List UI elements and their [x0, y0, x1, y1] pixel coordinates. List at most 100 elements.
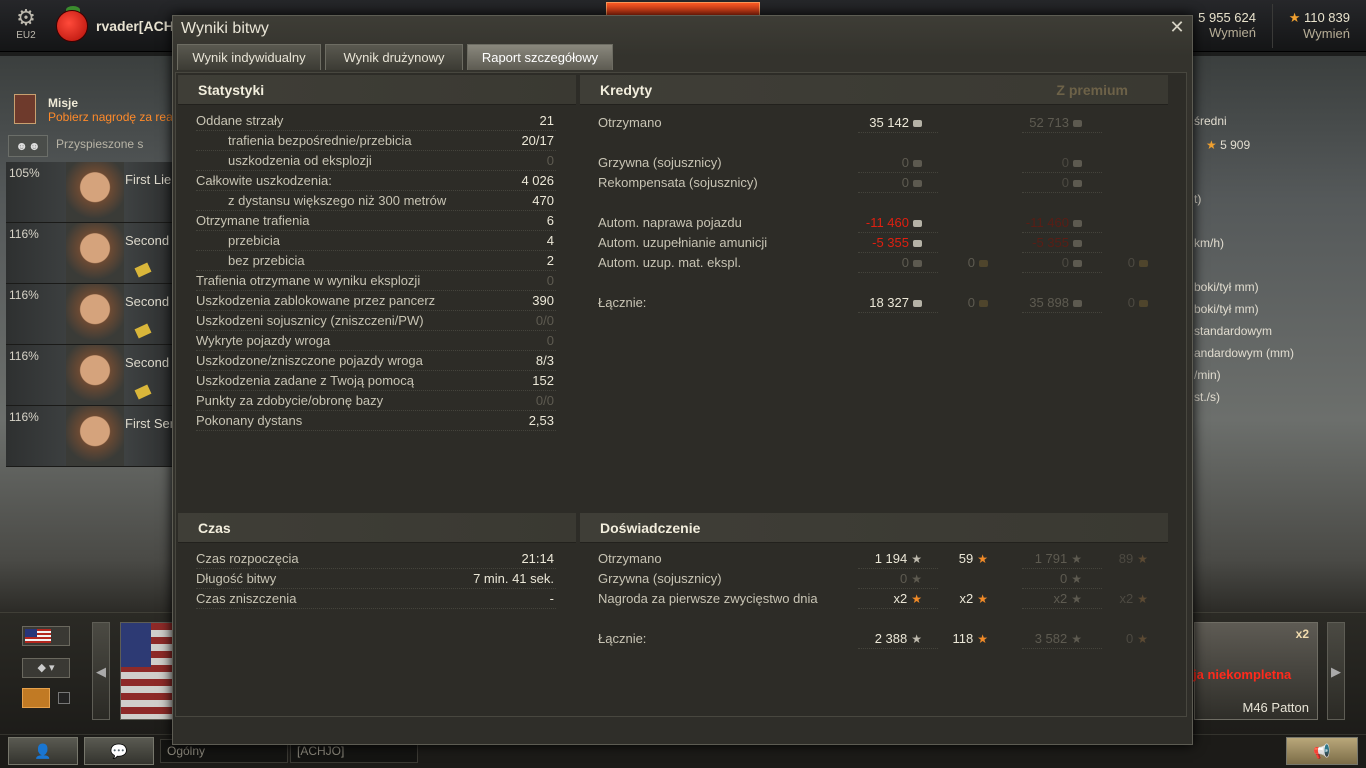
stats-label: Punkty za zdobycie/obronę bazy — [196, 393, 384, 408]
stats-value: 390 — [532, 293, 554, 308]
star-icon: ★ — [1071, 552, 1082, 566]
notifications-button[interactable]: 📢 — [1286, 737, 1358, 765]
usa-flag-icon — [25, 629, 51, 643]
stats-row: Całkowite uszkodzenia: 4 026 — [196, 173, 556, 193]
row-separator — [858, 232, 938, 233]
stats-label: Uszkodzone/zniszczone pojazdy wroga — [196, 353, 423, 368]
tank-slot[interactable] — [120, 622, 174, 720]
credits-p2-value: 0 — [1128, 255, 1148, 270]
experience-p2-value: 89 ★ — [1119, 551, 1148, 566]
crew-member[interactable]: 116% Second — [6, 345, 172, 406]
star-icon: ★ — [1137, 592, 1148, 606]
time-value: 7 min. 41 sek. — [473, 571, 554, 586]
star-icon: ★ — [911, 592, 922, 606]
rank-badge-icon — [134, 384, 152, 400]
crew-group-icon[interactable]: ☻☻ — [8, 135, 48, 157]
chat-button[interactable]: 💬 — [84, 737, 154, 765]
stats-row: Punkty za zdobycie/obronę bazy 0/0 — [196, 393, 556, 413]
credits-row: Autom. uzupełnianie amunicji -5 355 -5 355 — [598, 235, 1158, 255]
credits-label: Autom. naprawa pojazdu — [598, 215, 742, 230]
stats-label: trafienia bezpośrednie/przebicia — [228, 133, 412, 148]
crew-member[interactable]: 116% Second — [6, 284, 172, 345]
experience-amount: x2 — [1119, 591, 1134, 606]
time-label: Czas zniszczenia — [196, 591, 297, 606]
gold-icon — [979, 260, 988, 268]
tank-stat-line: km/h) — [1194, 236, 1224, 250]
stats-label: Trafienia otrzymane w wyniku eksplozji — [196, 273, 421, 288]
credits-c1-value: -11 460 — [866, 215, 922, 230]
nation-filter[interactable] — [22, 626, 70, 646]
crew-member[interactable]: 116% First Ser — [6, 406, 174, 467]
stats-value: 2 — [546, 253, 554, 268]
credits-label: Rekompensata (sojusznicy) — [598, 175, 758, 190]
row-separator — [858, 272, 938, 273]
experience-p1-value: 3 582 ★ — [1035, 631, 1082, 646]
stats-value: 6 — [546, 213, 554, 228]
stats-value: 152 — [532, 373, 554, 388]
stats-row: trafienia bezpośrednie/przebicia 20/17 — [196, 133, 556, 153]
credits-c1-value: 18 327 — [869, 295, 922, 310]
star-icon: ★ — [977, 592, 988, 606]
user-icon: 👤 — [34, 743, 52, 759]
freexp-exchange-link[interactable]: Wymień — [1280, 26, 1350, 41]
row-separator — [858, 648, 938, 649]
server-label: EU2 — [16, 30, 36, 41]
crew-header: ☻☻ Przyspieszone s — [6, 135, 172, 159]
credits-exchange-link[interactable]: Wymień — [1190, 25, 1256, 40]
tab-team[interactable]: Wynik drużynowy — [325, 44, 463, 70]
row-separator — [196, 430, 556, 431]
close-icon[interactable]: ✕ — [1168, 18, 1186, 36]
credits-label: Łącznie: — [598, 295, 647, 310]
player-name[interactable]: rvader[ACHJ — [96, 18, 182, 34]
crew-portrait — [66, 406, 124, 466]
time-row: Czas rozpoczęcia 21:14 — [196, 551, 556, 571]
crew-skill-pct: 116% — [9, 227, 39, 241]
star-icon: ★ — [911, 552, 922, 566]
credits-row: Autom. naprawa pojazdu -11 460 -11 460 — [598, 215, 1158, 235]
experience-amount: 0 — [1126, 631, 1134, 646]
stats-value: 0 — [546, 153, 554, 168]
stats-value: 0/0 — [535, 393, 554, 408]
type-filter[interactable]: ◆ ▾ — [22, 658, 70, 678]
row-separator — [858, 608, 938, 609]
experience-c2-value: 118 ★ — [953, 631, 989, 646]
row-separator — [1022, 252, 1102, 253]
experience-p2-value: 0 ★ — [1126, 631, 1148, 646]
freexp-value: 110 839 — [1303, 10, 1350, 25]
row-separator — [196, 608, 556, 609]
tank-slot-selected[interactable]: x2 ja niekompletna M46 Patton — [1193, 622, 1318, 720]
tab-individual[interactable]: Wynik indywidualny — [177, 44, 321, 70]
missions-widget[interactable]: Misje Pobierz nagrodę za real — [14, 94, 175, 128]
experience-title: Doświadczenie — [600, 520, 701, 536]
crew-member[interactable]: 105% First Lie — [6, 162, 172, 223]
credits-icon — [1073, 240, 1082, 248]
credits-label: Otrzymano — [598, 115, 662, 130]
experience-amount: 0 — [1060, 571, 1068, 586]
crew-member[interactable]: 116% Second — [6, 223, 172, 284]
row-separator — [858, 172, 938, 173]
contacts-button[interactable]: 👤 — [8, 737, 78, 765]
credits-amount: 0 — [1061, 155, 1069, 170]
carousel-left-arrow[interactable]: ◀ — [92, 622, 110, 720]
tab-detailed-report[interactable]: Raport szczegółowy — [467, 44, 613, 70]
report-content: Statystyki Kredyty Z premium Czas Doświa… — [175, 72, 1187, 717]
stats-value: 0/0 — [535, 313, 554, 328]
level-filter[interactable] — [22, 688, 50, 708]
crew-portrait — [66, 223, 124, 283]
credits-p2-value: 0 — [1128, 295, 1148, 310]
credits-p1-value: 52 713 — [1029, 115, 1082, 130]
stats-label: Otrzymane trafienia — [196, 213, 310, 228]
row-separator — [858, 568, 938, 569]
credits-block: 5 955 624 Wymień — [1190, 10, 1256, 40]
star-icon: ★ — [977, 552, 988, 566]
crew-boost-label[interactable]: Przyspieszone s — [56, 137, 143, 151]
stats-value: 20/17 — [521, 133, 554, 148]
settings-button[interactable]: ⚙ EU2 — [6, 6, 46, 42]
star-icon: ★ — [911, 572, 922, 586]
carousel-right-arrow[interactable]: ▶ — [1327, 622, 1345, 720]
filter-checkbox[interactable] — [58, 692, 70, 704]
experience-header: Doświadczenie — [580, 513, 1168, 543]
row-separator — [196, 330, 556, 331]
stats-label: bez przebicia — [228, 253, 305, 268]
credits-c1-value: 0 — [902, 155, 922, 170]
